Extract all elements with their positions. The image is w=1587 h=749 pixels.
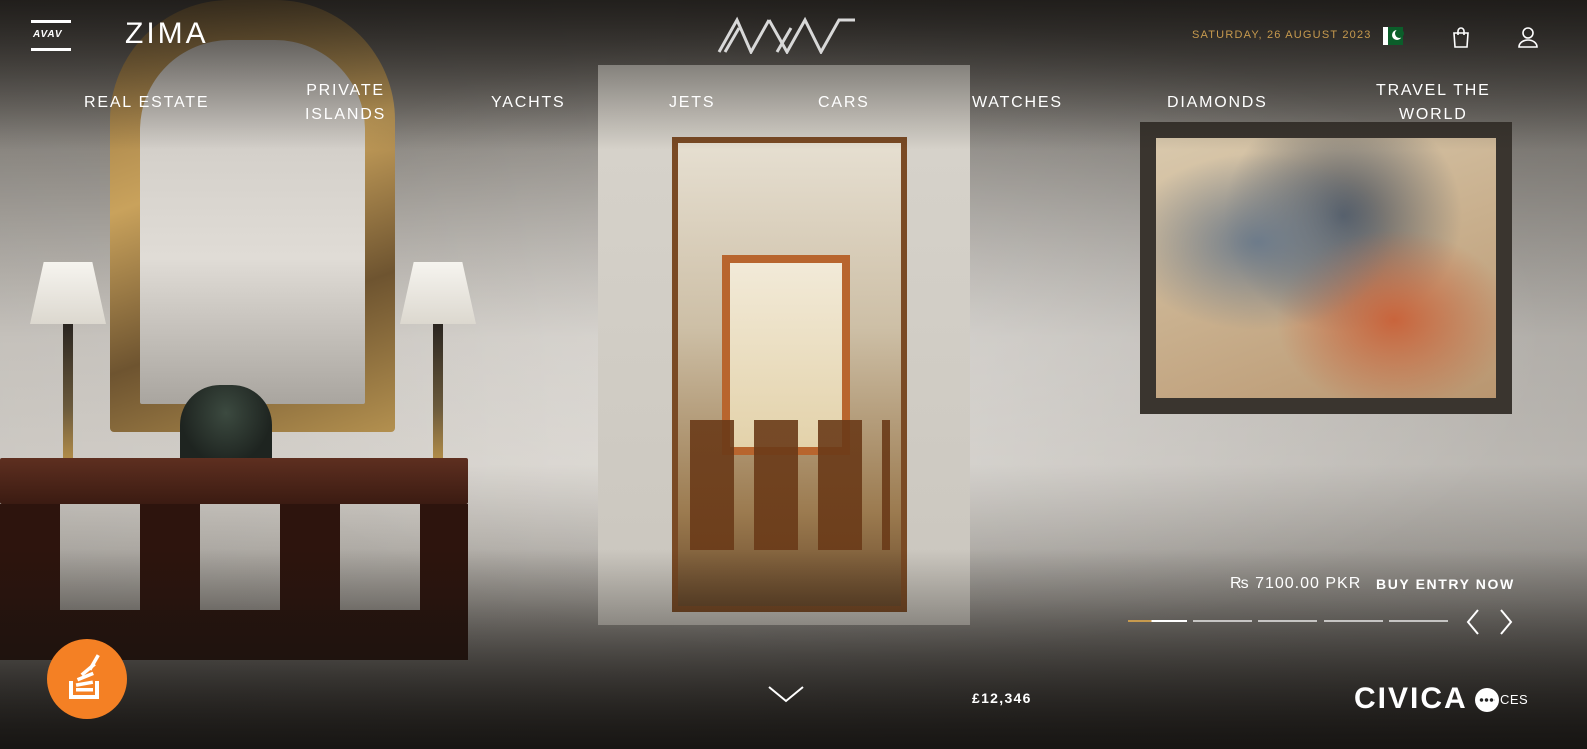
painting-canvas — [1156, 138, 1496, 398]
nav-item-private-islands[interactable]: PRIVATE ISLANDS — [305, 79, 386, 127]
pakistan-flag-icon[interactable] — [1383, 27, 1404, 45]
abstract-painting — [1140, 122, 1512, 414]
chat-bubble-icon[interactable] — [1475, 688, 1499, 712]
slide-indicator[interactable] — [1258, 620, 1317, 622]
user-icon[interactable] — [1517, 26, 1539, 48]
slide-indicator-active[interactable] — [1128, 620, 1187, 622]
chevron-left-icon[interactable] — [1462, 606, 1484, 638]
stack-overflow-button[interactable] — [47, 639, 127, 719]
lamp-stem — [63, 324, 73, 464]
slide-indicator[interactable] — [1389, 620, 1448, 622]
ces-label: CES — [1500, 692, 1529, 707]
lamp-shade — [30, 262, 106, 324]
nav-item-cars[interactable]: CARS — [818, 91, 870, 115]
slide-indicator[interactable] — [1193, 620, 1252, 622]
hamburger-menu-button[interactable]: AVAV — [31, 20, 71, 51]
dining-chairs — [690, 420, 890, 550]
bronze-bust — [180, 385, 272, 465]
zima-logo[interactable]: ZIMA — [125, 17, 209, 51]
flag-crescent-cut — [1395, 29, 1404, 38]
lamp-stem — [433, 324, 443, 464]
pound-value: £12,346 — [972, 690, 1032, 706]
main-nav: REAL ESTATE PRIVATE ISLANDS YACHTS JETS … — [0, 80, 1587, 130]
nav-item-travel-the-world[interactable]: TRAVEL THE WORLD — [1376, 79, 1491, 127]
chevron-right-icon[interactable] — [1495, 606, 1517, 638]
console-table-top — [0, 458, 468, 504]
entry-price: ₨ 7100.00 PKR — [1230, 575, 1362, 592]
menu-bar — [31, 48, 71, 51]
slide-indicator[interactable] — [1324, 620, 1383, 622]
chat-dots — [1479, 698, 1495, 702]
slide-indicators — [1128, 620, 1450, 623]
stack-overflow-icon — [69, 654, 100, 699]
shopping-bag-icon[interactable] — [1450, 26, 1472, 48]
nav-item-watches[interactable]: WATCHES — [972, 91, 1063, 115]
nav-item-jets[interactable]: JETS — [669, 91, 715, 115]
nav-item-real-estate[interactable]: REAL ESTATE — [84, 91, 209, 115]
site-header: AVAV ZIMA SATURDAY, 26 AUGUST 2023 — [0, 0, 1587, 70]
lamp-shade — [400, 262, 476, 324]
table-lamp-right — [400, 262, 476, 464]
chevron-down-icon[interactable] — [766, 682, 806, 706]
civica-logo[interactable]: CIVICA — [1354, 682, 1468, 716]
nav-item-yachts[interactable]: YACHTS — [491, 91, 566, 115]
avav-logo[interactable] — [717, 16, 857, 54]
table-lamp-left — [30, 262, 106, 464]
nav-item-diamonds[interactable]: DIAMONDS — [1167, 91, 1268, 115]
current-date: SATURDAY, 26 AUGUST 2023 — [1192, 29, 1372, 41]
menu-logo: AVAV — [33, 29, 63, 40]
buy-entry-now-link[interactable]: BUY ENTRY NOW — [1376, 576, 1515, 592]
menu-bar — [31, 20, 71, 23]
